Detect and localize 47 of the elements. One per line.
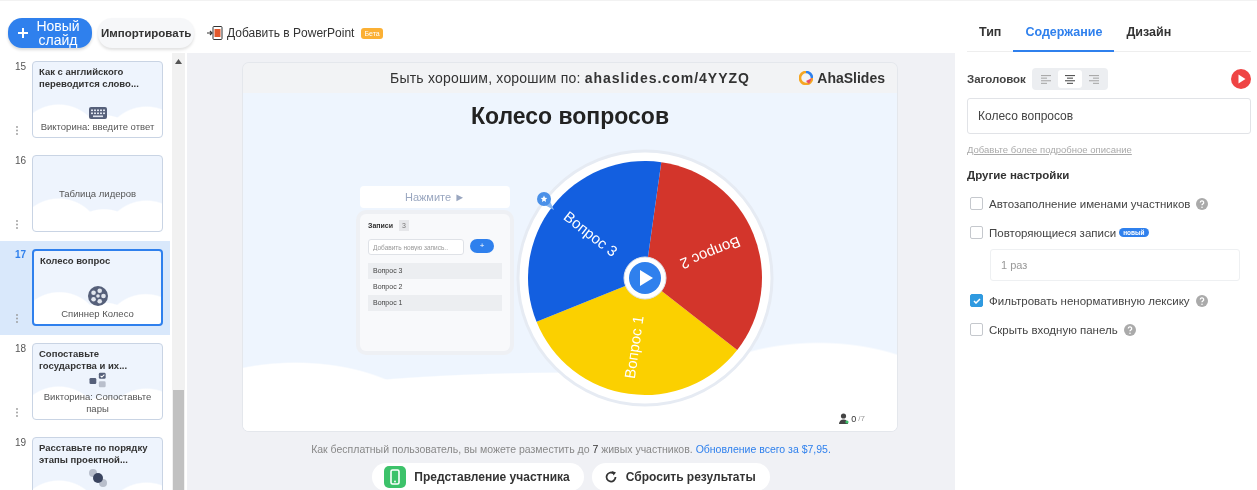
import-button[interactable]: Импортировать: [98, 18, 195, 48]
option-label: Повторяющиеся записи: [989, 226, 1117, 239]
slide-type-label: Викторина: введите ответ: [40, 121, 155, 133]
heading-field[interactable]: Колесо вопросов: [967, 98, 1251, 134]
upgrade-link[interactable]: Обновление всего за $7,95.: [695, 443, 831, 455]
slide-number: 17: [14, 249, 28, 260]
slide-type-label: Викторина: Сопоставьте пары: [42, 391, 153, 415]
option-label: Автозаполнение именами участников: [989, 197, 1191, 210]
slide-type-label: Спиннер Колесо: [61, 308, 134, 320]
slide-thumbnail[interactable]: Колесо вопрос Спиннер Колесо: [32, 249, 163, 326]
slide-item[interactable]: 18 Сопоставьте государства и их... Викторина: Сопоставьте пары: [0, 335, 172, 429]
panel-tab[interactable]: Тип: [967, 13, 1014, 52]
heading-label: Заголовок: [967, 73, 1026, 85]
brand-logo: AhaSlides: [799, 70, 885, 86]
slide-thumbnail[interactable]: Как с английского переводится слово... Викторина: введите ответ: [32, 61, 163, 138]
slide-number: 18: [14, 343, 28, 354]
option-label: Фильтровать ненормативную лексику: [989, 294, 1190, 307]
upgrade-note: Как бесплатный пользователь, вы можете разместить до 7 живых участников. Обновление всего за $7,95.: [310, 443, 832, 455]
reset-results-button[interactable]: Сбросить результаты: [591, 463, 770, 490]
slide-title: Сопоставьте государства и их...: [39, 348, 129, 372]
slide-number: 16: [14, 155, 28, 166]
slide-item[interactable]: 15 Как с английского переводится слово... Викторина: введите ответ: [0, 53, 172, 147]
slide-item[interactable]: 16 Таблица лидеров: [0, 147, 172, 241]
new-slide-button[interactable]: Новый слайд: [8, 18, 92, 48]
wheel-label: Вопрос 2: [678, 233, 743, 273]
slide-thumbnail[interactable]: Сопоставьте государства и их... Викторина: Сопоставьте пары: [32, 343, 163, 420]
slide-type-label: Таблица лидеров: [58, 187, 137, 200]
section-title: Другие настройки: [967, 169, 1071, 181]
slide-heading: Колесо вопросов: [470, 102, 670, 131]
slide-number: 15: [14, 61, 28, 72]
slide-number: 19: [14, 437, 28, 448]
participant-limit: /7: [858, 414, 865, 423]
slide-item[interactable]: 19 Расставьте по порядку этапы проектной...: [0, 429, 172, 490]
add-entry-button[interactable]: +: [470, 239, 494, 253]
slide-title: Как с английского переводится слово...: [39, 66, 140, 90]
slide-item[interactable]: 17 Колесо вопрос Спиннер Колесо: [0, 241, 170, 335]
slide-title: Расставьте по порядку этапы проектной...: [39, 442, 149, 466]
participant-count: 0: [851, 413, 857, 424]
option-label: Скрыть входную панель: [989, 323, 1118, 336]
slide-thumbnail[interactable]: Таблица лидеров: [32, 155, 163, 232]
slide-title: Колесо вопрос: [40, 255, 111, 267]
participant-view-button[interactable]: Представление участника: [372, 463, 584, 490]
panel-tab[interactable]: Содержание: [1013, 13, 1115, 52]
join-instruction: Быть хорошим, хорошим по: ahaslides.com/4YYZQ: [390, 70, 750, 86]
wheel-label: Вопрос 1: [620, 314, 647, 380]
slide-thumbnail[interactable]: Расставьте по порядку этапы проектной...: [32, 437, 163, 490]
panel-tab[interactable]: Дизайн: [1114, 13, 1184, 52]
